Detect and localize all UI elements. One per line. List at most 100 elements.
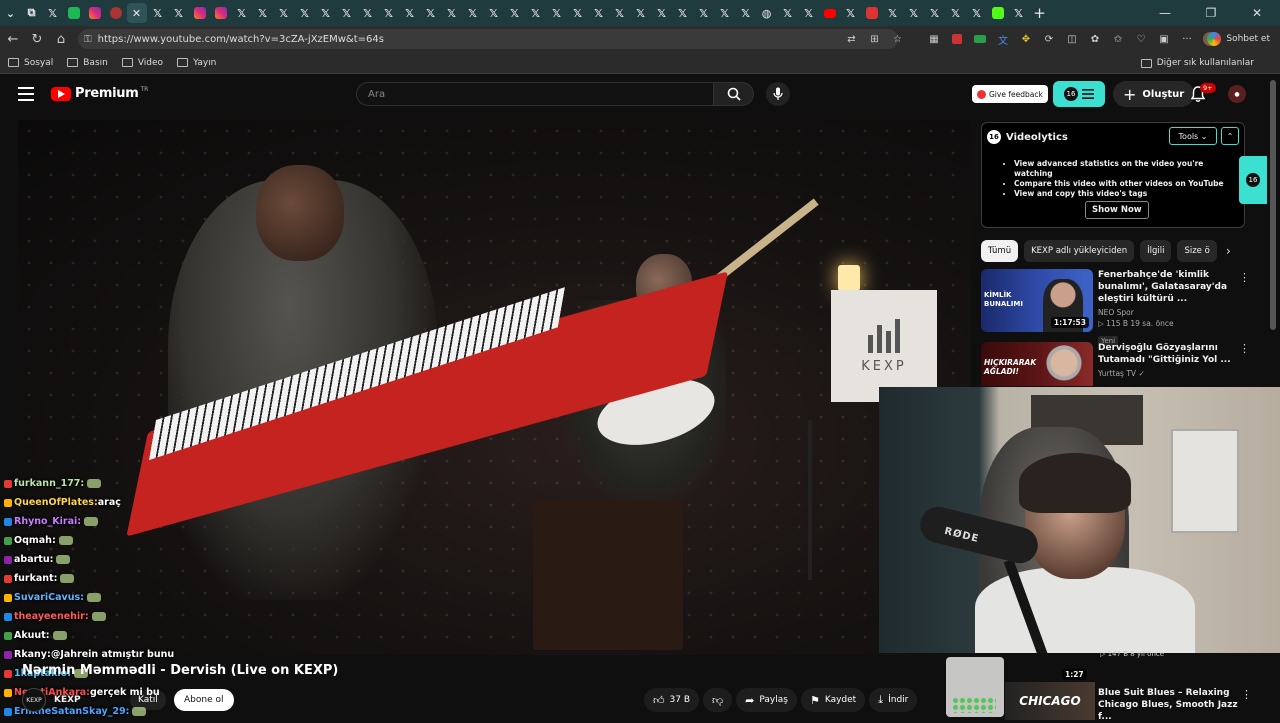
tab-x-22[interactable]: 𝕏 bbox=[610, 3, 630, 23]
url-field[interactable]: ⚿ https://www.youtube.com/watch?v=3cZA-j… bbox=[78, 29, 898, 49]
extension-icon-6[interactable]: ⟳ bbox=[1040, 30, 1058, 48]
tab-x-26[interactable]: 𝕏 bbox=[694, 3, 714, 23]
tab-x-30[interactable]: 𝕏 bbox=[799, 3, 819, 23]
videolytics-toggle-button[interactable]: 16 bbox=[1053, 81, 1105, 107]
extension-icon-5[interactable]: ✥ bbox=[1017, 30, 1035, 48]
chat-username[interactable]: SuvariCavus: bbox=[14, 592, 84, 603]
tab-x-31[interactable]: 𝕏 bbox=[841, 3, 861, 23]
extension-icon-4[interactable]: 文 bbox=[994, 30, 1012, 48]
restore-icon[interactable]: ❐ bbox=[1188, 6, 1234, 20]
youtube-logo[interactable]: Premium TR bbox=[51, 86, 148, 101]
tab-x-19[interactable]: 𝕏 bbox=[547, 3, 567, 23]
tab-x-5[interactable]: 𝕏 bbox=[253, 3, 273, 23]
reader-icon[interactable]: ⊞ bbox=[866, 30, 884, 48]
tab-x-33[interactable]: 𝕏 bbox=[904, 3, 924, 23]
recommended-video[interactable]: KİMLİK BUNALIMI 1:17:53 Fenerbahçe'de 'k… bbox=[981, 269, 1251, 346]
translate-icon[interactable]: ⇄ bbox=[843, 30, 861, 48]
subscribe-button[interactable]: Abone ol bbox=[174, 689, 234, 711]
tab-x-1[interactable]: 𝕏 bbox=[43, 3, 63, 23]
download-button[interactable]: ⤓ İndir bbox=[869, 688, 918, 712]
videolytics-side-tab[interactable]: 16 bbox=[1239, 156, 1267, 204]
tab-x-32[interactable]: 𝕏 bbox=[883, 3, 903, 23]
tab-x-17[interactable]: 𝕏 bbox=[505, 3, 525, 23]
tab-x-8[interactable]: 𝕏 bbox=[316, 3, 336, 23]
account-avatar[interactable]: ● bbox=[1228, 85, 1246, 103]
browser-essentials-icon[interactable]: ♡ bbox=[1132, 30, 1150, 48]
tab-icon-red[interactable] bbox=[106, 3, 126, 23]
tab-x-18[interactable]: 𝕏 bbox=[526, 3, 546, 23]
bookmark-folder-basin[interactable]: Basın bbox=[67, 58, 108, 68]
tab-x-14[interactable]: 𝕏 bbox=[442, 3, 462, 23]
new-tab-plus-icon[interactable]: + bbox=[1030, 3, 1050, 23]
favorites-icon[interactable]: ✩ bbox=[1109, 30, 1127, 48]
tab-instagram-3[interactable] bbox=[211, 3, 231, 23]
tab-x-16[interactable]: 𝕏 bbox=[484, 3, 504, 23]
workspaces-icon[interactable]: ⧉ bbox=[22, 3, 42, 23]
channel-avatar[interactable]: KEXP bbox=[22, 688, 46, 712]
tab-x-20[interactable]: 𝕏 bbox=[568, 3, 588, 23]
bookmark-folder-yayin[interactable]: Yayın bbox=[177, 58, 216, 68]
close-window-icon[interactable]: ✕ bbox=[1234, 6, 1280, 20]
favorite-star-icon[interactable]: ☆ bbox=[889, 30, 907, 48]
tab-globe-icon[interactable]: ◍ bbox=[757, 3, 777, 23]
chat-username[interactable]: Rhyno_Kirai: bbox=[14, 516, 81, 527]
tab-x-2[interactable]: 𝕏 bbox=[148, 3, 168, 23]
tab-icon-green[interactable] bbox=[64, 3, 84, 23]
minimize-icon[interactable]: — bbox=[1142, 6, 1188, 20]
tab-x-34[interactable]: 𝕏 bbox=[925, 3, 945, 23]
page-scrollbar[interactable] bbox=[1270, 80, 1276, 330]
bookmark-folder-video[interactable]: Video bbox=[121, 58, 163, 68]
chat-username[interactable]: Rkany: bbox=[14, 649, 51, 660]
tab-x-11[interactable]: 𝕏 bbox=[379, 3, 399, 23]
reload-icon[interactable]: ↻ bbox=[25, 27, 49, 51]
tab-x-3[interactable]: 𝕏 bbox=[169, 3, 189, 23]
collapse-panel-button[interactable]: ⌃ bbox=[1221, 127, 1239, 145]
extension-icon-3[interactable] bbox=[971, 30, 989, 48]
tab-icon-red-2[interactable] bbox=[862, 3, 882, 23]
extensions-puzzle-icon[interactable]: ✿ bbox=[1086, 30, 1104, 48]
chip-for-you[interactable]: Size ö bbox=[1177, 240, 1217, 262]
tab-x-13[interactable]: 𝕏 bbox=[421, 3, 441, 23]
tab-x-25[interactable]: 𝕏 bbox=[673, 3, 693, 23]
tab-x-12[interactable]: 𝕏 bbox=[400, 3, 420, 23]
back-icon[interactable]: ← bbox=[1, 27, 25, 51]
search-input[interactable]: Ara bbox=[356, 82, 714, 106]
tab-x-9[interactable]: 𝕏 bbox=[337, 3, 357, 23]
more-options-icon[interactable]: ⋮ bbox=[1239, 271, 1250, 284]
tab-x-24[interactable]: 𝕏 bbox=[652, 3, 672, 23]
tab-x-15[interactable]: 𝕏 bbox=[463, 3, 483, 23]
tab-kick-icon[interactable] bbox=[988, 3, 1008, 23]
more-options-icon[interactable]: ⋮ bbox=[1239, 342, 1250, 355]
tab-x-35[interactable]: 𝕏 bbox=[946, 3, 966, 23]
more-options-icon[interactable]: ⋮ bbox=[1241, 688, 1252, 701]
tab-x-29[interactable]: 𝕏 bbox=[778, 3, 798, 23]
chat-username[interactable]: theayeenehir: bbox=[14, 611, 89, 622]
give-feedback-button[interactable]: Give feedback bbox=[972, 85, 1048, 103]
tab-x-27[interactable]: 𝕏 bbox=[715, 3, 735, 23]
chevron-right-icon[interactable]: › bbox=[1226, 244, 1231, 258]
tab-x-7[interactable]: 𝕏 bbox=[295, 3, 315, 23]
bookmark-folder-sosyal[interactable]: Sosyal bbox=[8, 58, 53, 68]
save-button[interactable]: ⚑ Kaydet bbox=[800, 688, 866, 712]
tab-x-28[interactable]: 𝕏 bbox=[736, 3, 756, 23]
more-menu-icon[interactable]: ··· bbox=[1178, 30, 1196, 48]
chat-username[interactable]: Akuut: bbox=[14, 630, 50, 641]
guide-menu-icon[interactable] bbox=[18, 87, 34, 101]
tab-x-36[interactable]: 𝕏 bbox=[967, 3, 987, 23]
chat-username[interactable]: QueenOfPlates: bbox=[14, 497, 98, 508]
share-button[interactable]: ➦ Paylaş bbox=[736, 688, 797, 712]
tab-instagram-1[interactable] bbox=[85, 3, 105, 23]
chat-username[interactable]: Oqmah: bbox=[14, 535, 56, 546]
extension-icon-1[interactable]: ▦ bbox=[925, 30, 943, 48]
tab-x-10[interactable]: 𝕏 bbox=[358, 3, 378, 23]
tab-youtube-icon[interactable] bbox=[820, 3, 840, 23]
tab-instagram-2[interactable] bbox=[190, 3, 210, 23]
chip-related[interactable]: İlgili bbox=[1140, 240, 1172, 262]
extension-icon-2[interactable] bbox=[948, 30, 966, 48]
search-button[interactable] bbox=[714, 82, 754, 106]
tab-x-37[interactable]: 𝕏 bbox=[1009, 3, 1029, 23]
like-button[interactable]: 👍︎ 37 B bbox=[644, 688, 699, 712]
create-button[interactable]: + Oluştur bbox=[1113, 81, 1195, 107]
chat-username[interactable]: abartu: bbox=[14, 554, 53, 565]
tab-x-4[interactable]: 𝕏 bbox=[232, 3, 252, 23]
